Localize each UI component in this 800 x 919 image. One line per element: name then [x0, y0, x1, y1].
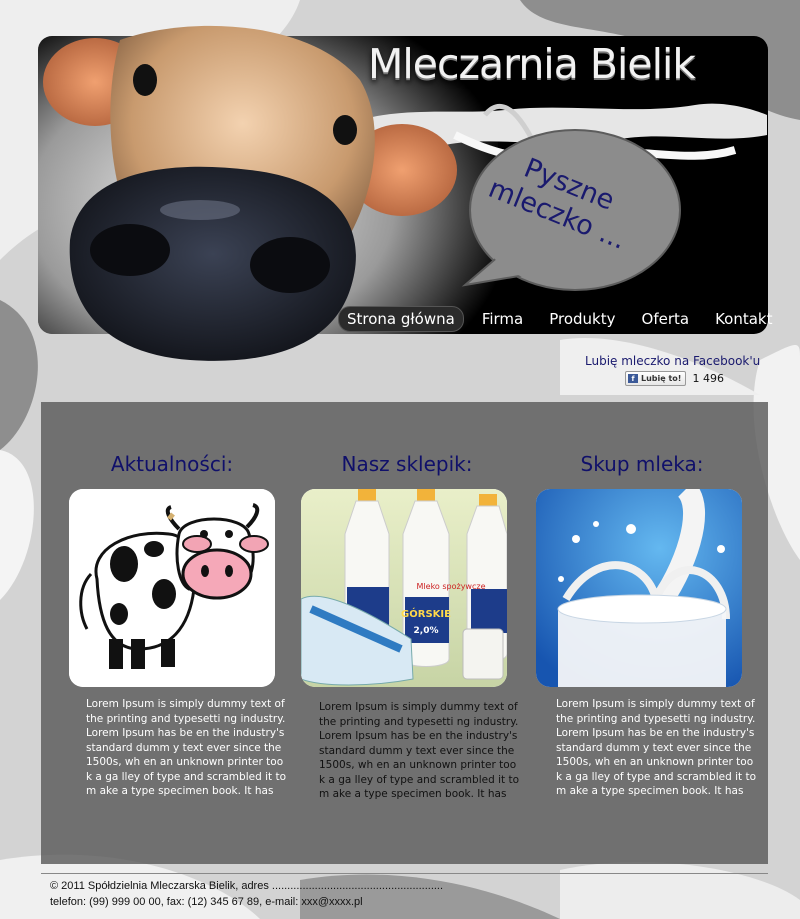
facebook-caption: Lubię mleczko na Facebook'u — [585, 354, 761, 368]
cartoon-cow-icon — [69, 489, 275, 687]
nav-item-produkty[interactable]: Produkty — [541, 307, 623, 331]
footer: © 2011 Spółdzielnia Mleczarska Bielik, a… — [50, 878, 443, 910]
nav-item-oferta[interactable]: Oferta — [634, 307, 698, 331]
bottle-label: GÓRSKIE — [401, 607, 451, 620]
news-image[interactable] — [69, 489, 275, 687]
purchase-text: Lorem Ipsum is simply dummy text of the … — [556, 698, 756, 797]
facebook-like-count: 1 496 — [692, 372, 724, 385]
footer-contact: telefon: (99) 999 00 00, fax: (12) 345 6… — [50, 896, 363, 908]
nav-item-kontakt[interactable]: Kontakt — [707, 307, 780, 331]
shop-text: Lorem Ipsum is simply dummy text of the … — [319, 701, 519, 800]
facebook-like-label: Lubię to! — [641, 374, 682, 383]
footer-divider — [41, 873, 768, 874]
milk-bottles-icon: Mleko spożywcze GÓRSKIE 2,0% — [301, 489, 507, 687]
bottle-fat-label: 2,0% — [414, 626, 439, 636]
facebook-like-widget: f Lubię to! 1 496 — [625, 371, 724, 386]
shop-image[interactable]: Mleko spożywcze GÓRSKIE 2,0% — [301, 489, 507, 687]
nav-item-firma[interactable]: Firma — [474, 307, 531, 331]
nav-item-home[interactable]: Strona główna — [338, 306, 464, 332]
column-title-purchase: Skup mleka: — [580, 452, 704, 476]
facebook-like-button[interactable]: f Lubię to! — [625, 371, 687, 386]
purchase-image[interactable] — [536, 489, 742, 687]
column-title-news: Aktualności: — [110, 452, 234, 476]
footer-copyright: © 2011 Spółdzielnia Mleczarska Bielik, a… — [50, 880, 444, 892]
site-title: Mleczarnia Bielik — [368, 40, 696, 88]
milk-splash-glass-icon — [536, 489, 742, 687]
thumbs-up-icon: f — [628, 374, 638, 383]
column-title-shop: Nasz sklepik: — [341, 452, 473, 476]
main-nav: Strona główna Firma Produkty Oferta Kont… — [338, 306, 791, 332]
bottle-brand-label: Mleko spożywcze — [417, 582, 486, 591]
news-text: Lorem Ipsum is simply dummy text of the … — [86, 698, 286, 797]
